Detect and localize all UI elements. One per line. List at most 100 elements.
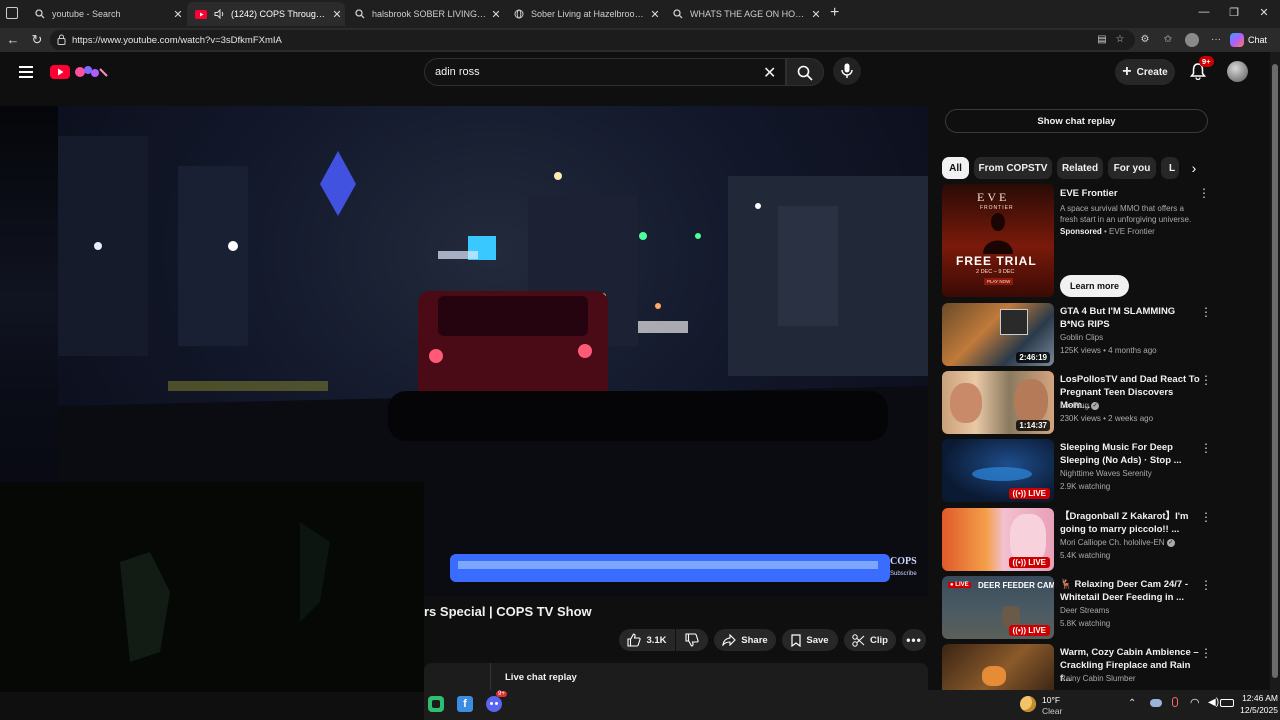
favorites-icon[interactable]: ✩ <box>1160 34 1176 45</box>
chip-more[interactable]: L <box>1161 157 1179 179</box>
volume-icon[interactable]: ◀) <box>1208 697 1219 708</box>
rec-channel[interactable]: Deer Streams <box>1060 606 1109 615</box>
rec-more-icon[interactable]: ⋮ <box>1200 373 1212 387</box>
learn-more-button[interactable]: Learn more <box>1060 275 1129 297</box>
video-thumbnail[interactable]: ((•)) LIVE <box>942 508 1054 571</box>
browser-tab-active[interactable]: (1242) COPS Through the Years ✕ <box>187 2 345 26</box>
recommendation-item[interactable]: Warm, Cozy Cabin Ambience – Crackling Fi… <box>942 644 1212 690</box>
profile-avatar[interactable] <box>1185 33 1199 47</box>
rec-channel[interactable]: Goblin Clips <box>1060 333 1103 342</box>
show-chat-replay-button[interactable]: Show chat replay <box>945 109 1208 133</box>
more-icon[interactable]: ··· <box>1208 34 1224 45</box>
clear-search-icon[interactable]: ✕ <box>763 63 776 83</box>
live-chat-replay-bar[interactable]: Live chat replay <box>424 663 928 690</box>
ad-thumbnail[interactable]: EVE FRONTIER FREE TRIAL 2 DEC – 9 DEC PL… <box>942 184 1054 297</box>
chip-related[interactable]: Related <box>1057 157 1103 179</box>
save-button[interactable]: Save <box>782 629 838 651</box>
youtube-logo[interactable] <box>50 64 110 80</box>
ad-more-icon[interactable]: ⋮ <box>1198 186 1210 200</box>
rec-title[interactable]: 🦌 Relaxing Deer Cam 24/7 - Whitetail Dee… <box>1060 578 1200 604</box>
video-thumbnail[interactable] <box>942 644 1054 690</box>
tray-chevron-icon[interactable]: ⌃ <box>1128 698 1136 709</box>
close-tab-icon[interactable]: ✕ <box>488 8 504 21</box>
rec-more-icon[interactable]: ⋮ <box>1200 305 1212 319</box>
search-button[interactable] <box>786 58 824 86</box>
address-bar[interactable]: https://www.youtube.com/watch?v=3sDfkmFX… <box>50 30 1135 50</box>
video-thumbnail[interactable]: 2:46:19 <box>942 303 1054 366</box>
search-box[interactable]: adin ross ✕ <box>424 58 786 86</box>
weather-widget[interactable]: 10°F Clear <box>1020 692 1100 718</box>
browser-tab[interactable]: youtube - Search ✕ <box>26 2 186 26</box>
rec-channel-line[interactable]: LosPlug ✓ <box>1060 401 1100 410</box>
microphone-tray-icon[interactable] <box>1172 697 1178 707</box>
recommendation-item[interactable]: ((•)) LIVE 【Dragonball Z Kakarot】I'm goi… <box>942 508 1212 572</box>
chips-next-icon[interactable]: › <box>1184 158 1204 178</box>
clock[interactable]: 12:46 AM 12/5/2025 <box>1230 693 1278 715</box>
favorite-icon[interactable]: ☆ <box>1112 34 1128 45</box>
scrollbar-thumb[interactable] <box>1272 64 1278 678</box>
browser-tab[interactable]: WHATS THE AGE ON HOTWHEELS ✕ <box>664 2 824 26</box>
rec-title[interactable]: GTA 4 But I'M SLAMMING B*NG RIPS <box>1060 305 1200 331</box>
facebook-icon[interactable]: f <box>457 696 473 712</box>
refresh-icon[interactable]: ↻ <box>28 32 46 48</box>
chip-for-you[interactable]: For you <box>1108 157 1156 179</box>
voice-search-button[interactable] <box>833 57 861 85</box>
video-thumbnail[interactable]: ● LIVE DEER FEEDER CAM ((•)) LIVE <box>942 576 1054 639</box>
rec-title[interactable]: Sleeping Music For Deep Sleeping (No Ads… <box>1060 441 1200 467</box>
dislike-button[interactable] <box>676 629 708 651</box>
video-thumbnail[interactable]: ((•)) LIVE <box>942 439 1054 502</box>
discord-icon[interactable]: 9+ <box>486 691 507 712</box>
rec-channel[interactable]: Rainy Cabin Slumber <box>1060 674 1136 683</box>
maximize-icon[interactable]: ❐ <box>1224 6 1244 19</box>
speaker-icon[interactable] <box>213 8 225 20</box>
video-thumbnail[interactable]: 1:14:37 <box>942 371 1054 434</box>
close-tab-icon[interactable]: ✕ <box>647 8 663 21</box>
rec-more-icon[interactable]: ⋮ <box>1200 441 1212 455</box>
watermark-subscribe[interactable]: Subscribe <box>890 571 917 577</box>
copilot-chat-button[interactable]: Chat <box>1230 31 1276 49</box>
site-info-icon[interactable] <box>57 34 66 45</box>
live-label: LIVE <box>1028 626 1046 635</box>
reader-icon[interactable]: ▤ <box>1094 34 1110 45</box>
like-button[interactable]: 3.1K <box>619 629 675 651</box>
close-tab-icon[interactable]: ✕ <box>808 8 824 21</box>
tab-actions-icon[interactable] <box>6 7 18 19</box>
share-button[interactable]: Share <box>714 629 776 651</box>
create-button[interactable]: + Create <box>1115 59 1175 85</box>
account-avatar[interactable] <box>1227 61 1248 82</box>
sponsored-ad[interactable]: EVE FRONTIER FREE TRIAL 2 DEC – 9 DEC PL… <box>942 184 1212 298</box>
wifi-icon[interactable]: ◠ <box>1190 696 1200 709</box>
recommendation-item[interactable]: 1:14:37 LosPollosTV and Dad React To Pre… <box>942 371 1212 435</box>
rec-channel-line[interactable]: Mori Calliope Ch. hololive-EN ✓ <box>1060 538 1175 547</box>
more-actions-button[interactable]: ••• <box>902 629 926 651</box>
close-window-icon[interactable]: ✕ <box>1254 6 1274 19</box>
close-tab-icon[interactable]: ✕ <box>170 8 186 21</box>
recommendation-item[interactable]: ((•)) LIVE Sleeping Music For Deep Sleep… <box>942 439 1212 503</box>
menu-icon[interactable] <box>19 66 33 78</box>
notifications-button[interactable]: 9+ <box>1189 56 1214 82</box>
browser-tab[interactable]: Sober Living at Hazelbrook Recovery ✕ <box>505 2 663 26</box>
browser-tab[interactable]: halsbrook SOBER LIVING - Search ✕ <box>346 2 504 26</box>
minimize-icon[interactable]: — <box>1194 6 1214 18</box>
page-scrollbar[interactable] <box>1270 52 1280 690</box>
rec-more-icon[interactable]: ⋮ <box>1200 578 1212 592</box>
chip-from-channel[interactable]: From COPSTV <box>974 157 1052 179</box>
close-tab-icon[interactable]: ✕ <box>329 8 345 21</box>
channel-watermark[interactable]: COPS <box>890 556 917 567</box>
rec-title[interactable]: 【Dragonball Z Kakarot】I'm going to marry… <box>1060 510 1200 536</box>
share-label: Share <box>741 634 768 646</box>
search-input[interactable]: adin ross <box>435 66 480 78</box>
new-tab-icon[interactable]: + <box>830 4 839 22</box>
chip-all[interactable]: All <box>942 157 969 179</box>
rec-channel[interactable]: Nighttime Waves Serenity <box>1060 469 1152 478</box>
back-icon[interactable]: ← <box>4 32 22 48</box>
rec-more-icon[interactable]: ⋮ <box>1200 510 1212 524</box>
recommendation-item[interactable]: ● LIVE DEER FEEDER CAM ((•)) LIVE 🦌 Rela… <box>942 576 1212 640</box>
rec-more-icon[interactable]: ⋮ <box>1200 646 1212 660</box>
extensions-icon[interactable]: ⚙ <box>1137 34 1153 45</box>
app-icon-green[interactable] <box>428 696 444 712</box>
onedrive-icon[interactable] <box>1150 699 1162 707</box>
recommendation-item[interactable]: 2:46:19 GTA 4 But I'M SLAMMING B*NG RIPS… <box>942 303 1212 367</box>
clip-button[interactable]: Clip <box>844 629 896 651</box>
ad-title[interactable]: EVE Frontier <box>1060 187 1200 200</box>
